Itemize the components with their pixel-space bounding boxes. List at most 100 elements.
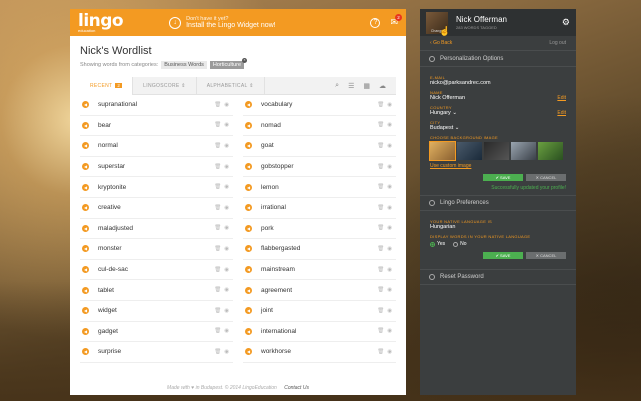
eye-icon[interactable]: ◉ xyxy=(224,205,229,211)
speaker-icon[interactable]: ◀ xyxy=(82,204,89,212)
bg-thumb-night[interactable] xyxy=(484,142,509,160)
delete-icon[interactable]: 🗑 xyxy=(377,205,384,211)
eye-icon[interactable]: ◉ xyxy=(387,184,392,190)
speaker-icon[interactable]: ◀ xyxy=(245,224,252,232)
avatar[interactable]: Change ☝ xyxy=(426,11,450,36)
word-row[interactable]: ◀ creative 🗑 ◉ xyxy=(80,198,233,219)
word-row[interactable]: ◀ monster 🗑 ◉ xyxy=(80,239,233,260)
eye-icon[interactable]: ◉ xyxy=(224,102,229,108)
speaker-icon[interactable]: ◀ xyxy=(82,224,89,232)
delete-icon[interactable]: 🗑 xyxy=(377,102,384,108)
delete-icon[interactable]: 🗑 xyxy=(214,328,221,334)
delete-icon[interactable]: 🗑 xyxy=(214,205,221,211)
delete-icon[interactable]: 🗑 xyxy=(377,349,384,355)
speaker-icon[interactable]: ◀ xyxy=(245,183,252,191)
category-tag-horticulture[interactable]: Horticulture × xyxy=(209,58,248,69)
speaker-icon[interactable]: ◀ xyxy=(245,348,252,356)
word-row[interactable]: ◀ surprise 🗑 ◉ xyxy=(80,342,233,363)
speaker-icon[interactable]: ◀ xyxy=(245,245,252,253)
bg-thumb-sunset[interactable] xyxy=(429,141,456,161)
delete-icon[interactable]: 🗑 xyxy=(377,328,384,334)
logo[interactable]: lingo education xyxy=(78,12,124,33)
bg-thumb-bridge[interactable] xyxy=(511,142,536,160)
contact-link[interactable]: Contact Us xyxy=(284,385,309,391)
eye-icon[interactable]: ◉ xyxy=(387,143,392,149)
speaker-icon[interactable]: ◀ xyxy=(245,163,252,171)
word-row[interactable]: ◀ cul-de-sac 🗑 ◉ xyxy=(80,260,233,281)
eye-icon[interactable]: ◉ xyxy=(387,328,392,334)
delete-icon[interactable]: 🗑 xyxy=(214,349,221,355)
eye-icon[interactable]: ◉ xyxy=(224,246,229,252)
word-row[interactable]: ◀ widget 🗑 ◉ xyxy=(80,301,233,322)
speaker-icon[interactable]: ◀ xyxy=(245,307,252,315)
category-tag-business[interactable]: Business Words xyxy=(161,61,207,69)
delete-icon[interactable]: 🗑 xyxy=(377,267,384,273)
delete-icon[interactable]: 🗑 xyxy=(377,164,384,170)
word-row[interactable]: ◀ lemon 🗑 ◉ xyxy=(243,177,396,198)
word-row[interactable]: ◀ pork 🗑 ◉ xyxy=(243,219,396,240)
eye-icon[interactable]: ◉ xyxy=(387,267,392,273)
logout-link[interactable]: Log out xyxy=(549,40,566,46)
word-row[interactable]: ◀ workhorse 🗑 ◉ xyxy=(243,342,396,363)
speaker-icon[interactable]: ◀ xyxy=(82,286,89,294)
word-row[interactable]: ◀ joint 🗑 ◉ xyxy=(243,301,396,322)
eye-icon[interactable]: ◉ xyxy=(387,287,392,293)
cancel-button[interactable]: ✕ CANCEL xyxy=(526,174,566,181)
tab-lingoscore[interactable]: LINGOSCORE ⇕ xyxy=(133,76,197,95)
delete-icon[interactable]: 🗑 xyxy=(377,246,384,252)
eye-icon[interactable]: ◉ xyxy=(224,164,229,170)
delete-icon[interactable]: 🗑 xyxy=(214,143,221,149)
word-row[interactable]: ◀ irrational 🗑 ◉ xyxy=(243,198,396,219)
speaker-icon[interactable]: ◀ xyxy=(82,142,89,150)
search-icon[interactable]: ⌕ xyxy=(335,82,339,90)
radio-no[interactable]: No xyxy=(453,241,467,247)
eye-icon[interactable]: ◉ xyxy=(224,349,229,355)
word-row[interactable]: ◀ nomad 🗑 ◉ xyxy=(243,116,396,137)
eye-icon[interactable]: ◉ xyxy=(224,308,229,314)
delete-icon[interactable]: 🗑 xyxy=(214,102,221,108)
speaker-icon[interactable]: ◀ xyxy=(245,121,252,129)
cloud-icon[interactable]: ☁ xyxy=(379,82,386,90)
word-row[interactable]: ◀ mainstream 🗑 ◉ xyxy=(243,260,396,281)
speaker-icon[interactable]: ◀ xyxy=(82,327,89,335)
word-row[interactable]: ◀ supranational 🗑 ◉ xyxy=(80,95,233,116)
speaker-icon[interactable]: ◀ xyxy=(245,101,252,109)
delete-icon[interactable]: 🗑 xyxy=(377,287,384,293)
delete-icon[interactable]: 🗑 xyxy=(214,267,221,273)
word-row[interactable]: ◀ kryptonite 🗑 ◉ xyxy=(80,177,233,198)
eye-icon[interactable]: ◉ xyxy=(387,122,392,128)
gear-icon[interactable]: ⚙ xyxy=(562,17,570,28)
eye-icon[interactable]: ◉ xyxy=(387,225,392,231)
speaker-icon[interactable]: ◀ xyxy=(82,183,89,191)
delete-icon[interactable]: 🗑 xyxy=(377,143,384,149)
cancel-preferences-button[interactable]: ✕ CANCEL xyxy=(526,252,566,259)
word-row[interactable]: ◀ tablet 🗑 ◉ xyxy=(80,280,233,301)
eye-icon[interactable]: ◉ xyxy=(387,246,392,252)
list-view-icon[interactable]: ☰ xyxy=(348,82,354,90)
delete-icon[interactable]: 🗑 xyxy=(214,246,221,252)
speaker-icon[interactable]: ◀ xyxy=(245,204,252,212)
eye-icon[interactable]: ◉ xyxy=(224,328,229,334)
go-back-link[interactable]: ‹ Go Back xyxy=(430,40,452,46)
country-select[interactable]: Hungary ⌄ xyxy=(430,110,457,116)
delete-icon[interactable]: 🗑 xyxy=(377,122,384,128)
lingo-preferences-section[interactable]: Lingo Preferences xyxy=(420,195,576,211)
eye-icon[interactable]: ◉ xyxy=(224,267,229,273)
word-row[interactable]: ◀ international 🗑 ◉ xyxy=(243,322,396,343)
edit-country-link[interactable]: Edit xyxy=(557,110,566,116)
speaker-icon[interactable]: ◀ xyxy=(82,245,89,253)
eye-icon[interactable]: ◉ xyxy=(224,225,229,231)
delete-icon[interactable]: 🗑 xyxy=(377,184,384,190)
bg-thumb-city[interactable] xyxy=(457,142,482,160)
word-row[interactable]: ◀ vocabulary 🗑 ◉ xyxy=(243,95,396,116)
tab-alphabetical[interactable]: ALPHABETICAL ⇕ xyxy=(197,76,265,95)
speaker-icon[interactable]: ◀ xyxy=(82,163,89,171)
eye-icon[interactable]: ◉ xyxy=(387,164,392,170)
native-language-value[interactable]: Hungarian xyxy=(430,224,566,230)
eye-icon[interactable]: ◉ xyxy=(387,205,392,211)
word-row[interactable]: ◀ flabbergasted 🗑 ◉ xyxy=(243,239,396,260)
delete-icon[interactable]: 🗑 xyxy=(377,308,384,314)
speaker-icon[interactable]: ◀ xyxy=(82,266,89,274)
edit-name-link[interactable]: Edit xyxy=(557,95,566,101)
eye-icon[interactable]: ◉ xyxy=(224,143,229,149)
